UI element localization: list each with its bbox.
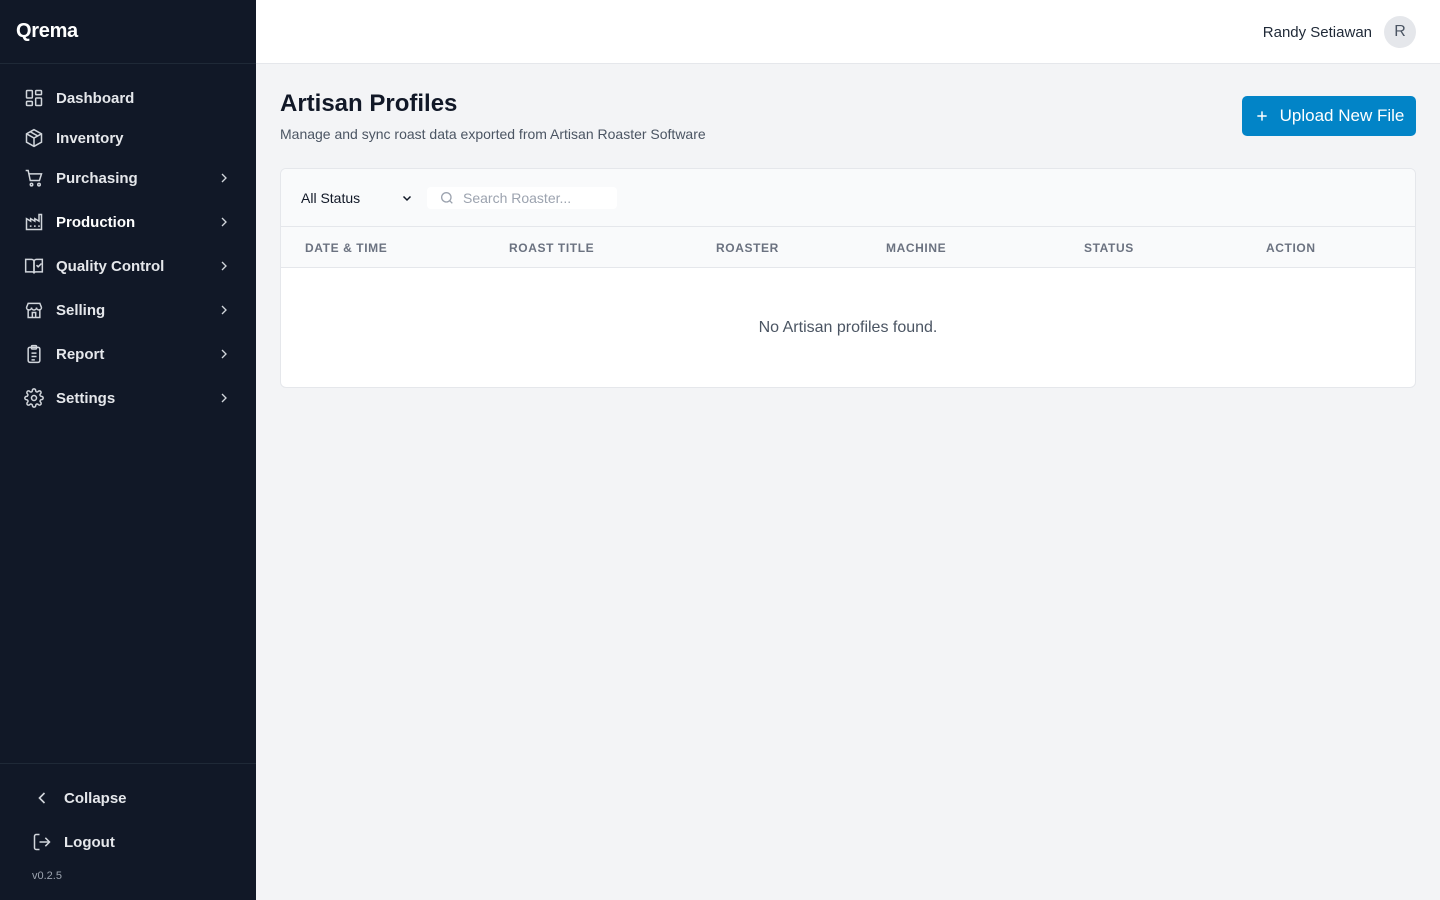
sidebar: Qrema Dashboard Inventory Purchasing Pro… [0,0,256,900]
user-name: Randy Setiawan [1262,23,1372,41]
gear-icon [24,388,44,408]
book-check-icon [24,256,44,276]
version-label: v0.2.5 [32,870,62,882]
column-header-roaster[interactable]: ROASTER [716,241,779,255]
collapse-label: Collapse [64,789,127,807]
plus-icon [1254,108,1270,124]
box-icon [24,128,44,148]
chevron-right-icon [216,302,232,318]
logout-icon [32,832,52,852]
page-subtitle: Manage and sync roast data exported from… [280,126,706,142]
factory-icon [24,212,44,232]
logout-label: Logout [64,833,115,851]
sidebar-item-production[interactable]: Production [12,202,244,242]
status-filter-select[interactable]: All Status [297,183,413,213]
search-box [427,187,617,209]
search-icon [439,190,455,206]
sidebar-item-label: Production [56,213,136,231]
avatar[interactable]: R [1384,16,1416,48]
upload-button-label: Upload New File [1279,106,1405,125]
chevron-right-icon [216,214,232,230]
column-header-action[interactable]: ACTION [1266,241,1316,255]
sidebar-footer: Collapse Logout v0.2.5 [0,763,256,900]
column-header-roast-title[interactable]: ROAST TITLE [509,241,594,255]
sidebar-item-dashboard[interactable]: Dashboard [12,78,244,118]
sidebar-item-settings[interactable]: Settings [12,378,244,418]
chevron-right-icon [216,346,232,362]
dashboard-icon [24,88,44,108]
brand-logo[interactable]: Qrema [0,0,256,64]
collapse-button[interactable]: Collapse [32,786,127,810]
filter-bar: All Status [281,169,1415,227]
sidebar-item-label: Report [56,345,105,363]
sidebar-item-label: Purchasing [56,169,138,187]
sidebar-item-label: Quality Control [56,257,165,275]
logout-button[interactable]: Logout [32,830,115,854]
clipboard-icon [24,344,44,364]
cart-icon [24,168,44,188]
sidebar-item-selling[interactable]: Selling [12,290,244,330]
sidebar-item-label: Dashboard [56,89,135,107]
chevron-down-icon [401,192,413,204]
upload-new-file-button[interactable]: Upload New File [1242,96,1416,136]
sidebar-item-label: Selling [56,301,106,319]
store-icon [24,300,44,320]
chevron-right-icon [216,258,232,274]
column-header-status[interactable]: STATUS [1084,241,1134,255]
top-bar: Randy Setiawan R [256,0,1440,64]
chevron-left-icon [32,788,52,808]
page-title: Artisan Profiles [280,90,458,117]
sidebar-nav: Dashboard Inventory Purchasing Productio… [0,64,256,418]
sidebar-item-inventory[interactable]: Inventory [12,118,244,158]
table-header: DATE & TIME ROAST TITLE ROASTER MACHINE … [281,227,1415,268]
sidebar-item-purchasing[interactable]: Purchasing [12,158,244,198]
column-header-machine[interactable]: MACHINE [886,241,946,255]
search-roaster-input[interactable] [463,190,613,206]
profiles-table-card: All Status DATE & TIME ROAST TITLE ROAST… [280,168,1416,388]
empty-state-message: No Artisan profiles found. [758,319,938,336]
sidebar-item-label: Settings [56,389,116,407]
status-filter-value: All Status [301,190,361,206]
chevron-right-icon [216,390,232,406]
chevron-right-icon [216,170,232,186]
sidebar-item-quality-control[interactable]: Quality Control [12,246,244,286]
column-header-date-time[interactable]: DATE & TIME [305,241,387,255]
user-menu[interactable]: Randy Setiawan R [1263,16,1416,48]
sidebar-item-report[interactable]: Report [12,334,244,374]
sidebar-item-label: Inventory [56,129,124,147]
